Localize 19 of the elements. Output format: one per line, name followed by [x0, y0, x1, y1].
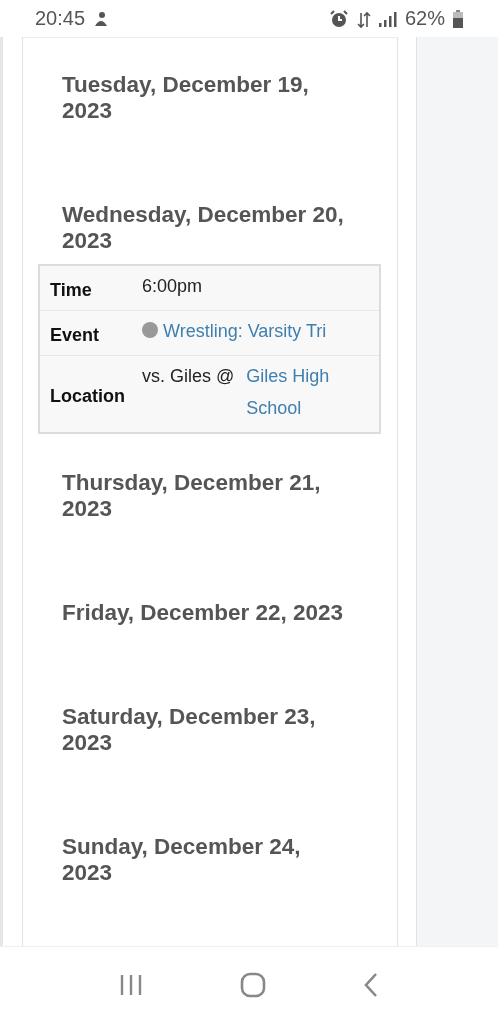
day-heading: Saturday, December 23, 2023 [62, 704, 317, 756]
row-label: Location [50, 384, 126, 407]
day-heading: Friday, December 22, 2023 [62, 600, 344, 626]
signal-icon [378, 10, 397, 27]
day-heading: Wednesday, December 20, 2023 [62, 202, 345, 254]
notification-icon [93, 9, 110, 28]
day-heading: Tuesday, December 19, 2023 [62, 72, 310, 124]
row-label: Event [50, 323, 101, 346]
clock: 20:45 [35, 7, 86, 30]
battery-percent: 62% [404, 7, 445, 30]
battery-icon [453, 9, 463, 28]
location-link[interactable]: Giles High School [246, 360, 352, 424]
opponent-text: vs. Giles @ [142, 365, 235, 388]
day-heading: Sunday, December 24, 2023 [62, 834, 302, 886]
event-time: 6:00pm [142, 276, 203, 296]
row-label: Time [50, 278, 93, 301]
day-heading: Thursday, December 21, 2023 [62, 470, 322, 522]
alarm-icon [328, 8, 349, 29]
event-link[interactable]: Wrestling: Varsity Tri [163, 321, 327, 341]
